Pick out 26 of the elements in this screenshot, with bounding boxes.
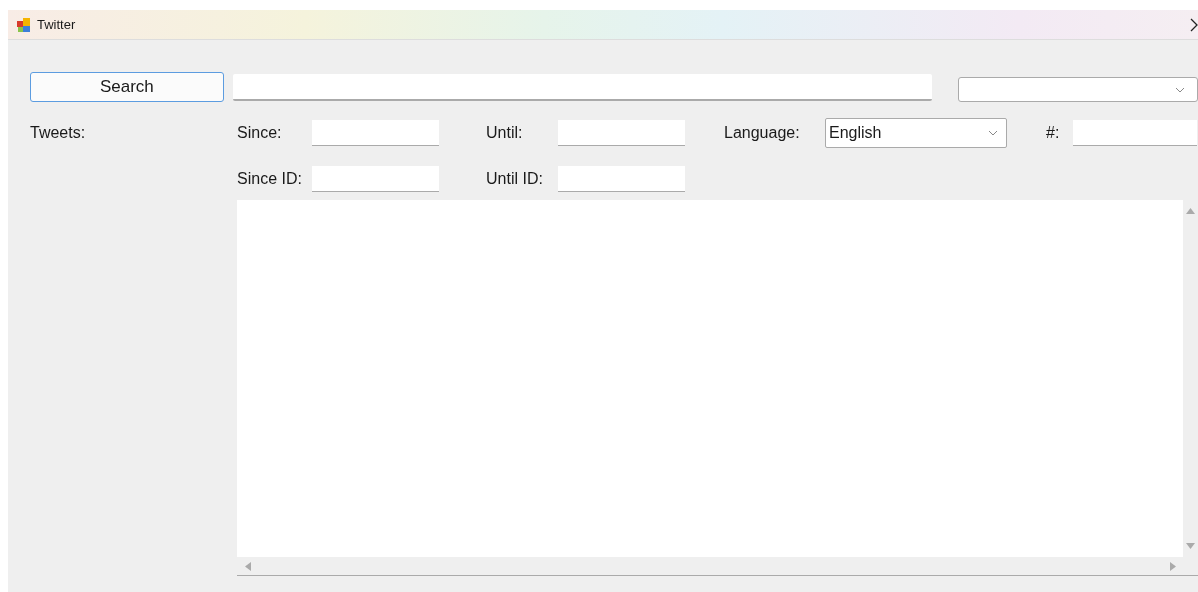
app-icon	[16, 16, 32, 33]
chevron-down-icon	[1175, 86, 1185, 93]
filter-field[interactable]	[558, 119, 685, 146]
up-arrow-icon[interactable]	[1186, 208, 1195, 214]
filter-label: Since:	[237, 123, 283, 142]
dropdown[interactable]	[958, 77, 1198, 102]
language-dropdown[interactable]: English	[825, 117, 1007, 148]
left-arrow-icon[interactable]	[245, 561, 251, 571]
down-arrow-icon[interactable]	[1186, 543, 1195, 549]
filter-field[interactable]	[312, 119, 439, 146]
window-title: Twitter	[37, 17, 76, 32]
filter-label: Until:	[486, 123, 524, 142]
close-icon[interactable]	[1190, 17, 1198, 32]
filter-label: Until ID:	[486, 169, 544, 188]
filter-label: Language:	[724, 123, 801, 142]
filter-label: Since ID:	[237, 169, 303, 188]
tweets-label: Tweets:	[30, 123, 87, 142]
chevron-down-icon	[988, 129, 998, 136]
filter-label: #:	[1046, 123, 1061, 142]
filter-field[interactable]	[312, 165, 439, 192]
search-field[interactable]	[232, 73, 932, 101]
right-arrow-icon[interactable]	[1170, 561, 1176, 571]
filter-field[interactable]	[558, 165, 685, 192]
filter-field[interactable]	[1073, 119, 1197, 146]
search-button[interactable]: Search	[30, 72, 224, 102]
results-text-area[interactable]	[237, 200, 1198, 576]
